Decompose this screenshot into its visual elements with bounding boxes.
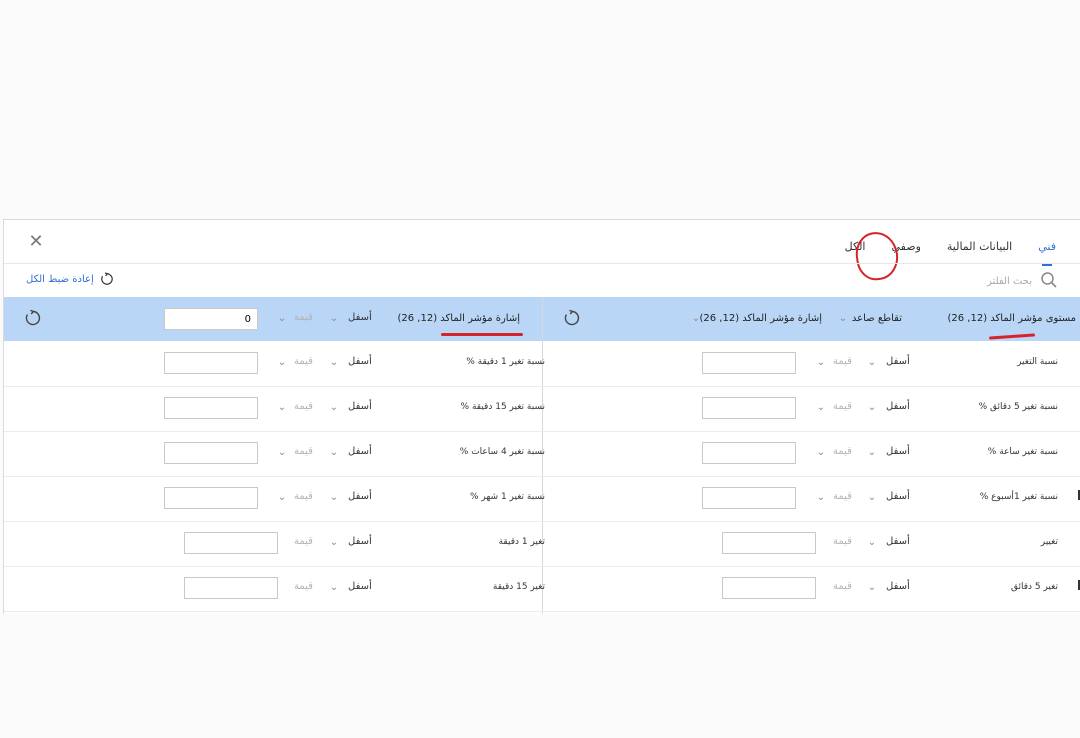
direction-select[interactable]: أسفل [348, 536, 372, 547]
filter-label: تغير 15 دقيقة [492, 582, 545, 592]
chevron-down-icon[interactable]: ⌄ [866, 357, 878, 369]
direction-select[interactable]: أسفل [348, 491, 372, 502]
filter-panel: ✕ الكل وصفي البيانات المالية فني إعادة ض… [3, 219, 1080, 614]
chevron-down-icon[interactable]: ⌄ [815, 492, 827, 504]
value-type-select[interactable]: قيمة [294, 401, 313, 412]
filter-label: تغير 1 دقيقة [498, 537, 545, 547]
reset-all-button[interactable]: إعادة ضبط الكل [26, 272, 119, 286]
filter-row: نسبة التغير أسفل ⌄ قيمة ⌄ نسبة تغير 1 دق… [4, 341, 1080, 387]
filter-row: نسبة تغير 5 دقائق % أسفل ⌄ قيمة ⌄ نسبة ت… [4, 386, 1080, 432]
value-type-select[interactable]: قيمة [294, 446, 313, 457]
chevron-down-icon[interactable]: ⌄ [328, 582, 340, 594]
chevron-down-icon[interactable]: ⌄ [866, 447, 878, 459]
chevron-down-icon[interactable]: ⌄ [815, 447, 827, 459]
chevron-down-icon[interactable]: ⌄ [866, 537, 878, 549]
refresh-icon[interactable] [24, 309, 42, 327]
filter-row: تغير 5 دقائق أسفل ⌄ قيمة تغير 15 دقيقة أ… [4, 566, 1080, 612]
value-type-select[interactable]: قيمة [833, 581, 852, 592]
refresh-icon[interactable] [563, 309, 581, 327]
value-input[interactable] [164, 352, 258, 374]
chevron-down-icon[interactable]: ⌄ [328, 537, 340, 549]
value-type-select[interactable]: قيمة [833, 491, 852, 502]
value-type-select[interactable]: قيمة [294, 491, 313, 502]
filter-label: نسبة تغير ساعة % [987, 447, 1058, 457]
chevron-down-icon[interactable]: ⌄ [276, 492, 288, 504]
value-input[interactable] [164, 308, 258, 330]
chevron-down-icon[interactable]: ⌄ [815, 357, 827, 369]
value-input[interactable] [164, 397, 258, 419]
chevron-down-icon[interactable]: ⌄ [276, 447, 288, 459]
value-type-select[interactable]: قيمة [294, 312, 313, 323]
close-icon[interactable]: ✕ [26, 232, 46, 252]
direction-select[interactable]: أسفل [348, 356, 372, 367]
chevron-down-icon[interactable]: ⌄ [815, 402, 827, 414]
tab-technical[interactable]: فني [1038, 236, 1056, 266]
chevron-down-icon[interactable]: ⌄ [328, 492, 340, 504]
direction-select[interactable]: أسفل [348, 446, 372, 457]
value-type-select[interactable]: قيمة [833, 446, 852, 457]
search-icon [1041, 272, 1057, 288]
value-input[interactable] [722, 577, 816, 599]
chevron-down-icon[interactable]: ⌄ [690, 313, 702, 325]
filter-label: تغير 5 دقائق [1010, 582, 1058, 592]
search-input[interactable] [830, 270, 1034, 292]
chevron-down-icon[interactable]: ⌄ [328, 313, 340, 325]
chevron-down-icon[interactable]: ⌄ [276, 313, 288, 325]
reset-all-label: إعادة ضبط الكل [26, 273, 94, 285]
filter-label: نسبة تغير 5 دقائق % [978, 402, 1058, 412]
value-type-select[interactable]: قيمة [833, 401, 852, 412]
filter-row: نسبة تغير 1أسبوع % أسفل ⌄ قيمة ⌄ نسبة تغ… [4, 476, 1080, 522]
tab-bar: الكل وصفي البيانات المالية فني [819, 228, 1056, 266]
value-input[interactable] [702, 397, 796, 419]
chevron-down-icon[interactable]: ⌄ [837, 313, 849, 325]
value-type-select[interactable]: قيمة [294, 581, 313, 592]
filter-label: نسبة تغير 1 شهر % [470, 492, 545, 502]
direction-select[interactable]: أسفل [886, 446, 910, 457]
value-input[interactable] [184, 532, 278, 554]
value-type-select[interactable]: قيمة [833, 356, 852, 367]
chevron-down-icon[interactable]: ⌄ [328, 357, 340, 369]
direction-select[interactable]: أسفل [886, 491, 910, 502]
tab-financial[interactable]: البيانات المالية [947, 236, 1012, 257]
tab-all[interactable]: الكل [845, 236, 866, 257]
chevron-down-icon[interactable]: ⌄ [276, 357, 288, 369]
chevron-down-icon[interactable]: ⌄ [328, 402, 340, 414]
chevron-down-icon[interactable]: ⌄ [328, 447, 340, 459]
macd-signal-select[interactable]: إشارة مؤشر الماكد (12, 26) [699, 297, 822, 341]
filter-row: نسبة تغير ساعة % أسفل ⌄ قيمة ⌄ نسبة تغير… [4, 431, 1080, 477]
chevron-down-icon[interactable]: ⌄ [866, 582, 878, 594]
chevron-down-icon[interactable]: ⌄ [276, 402, 288, 414]
value-input[interactable] [722, 532, 816, 554]
direction-select[interactable]: أسفل [348, 581, 372, 592]
direction-select[interactable]: أسفل [886, 536, 910, 547]
value-input[interactable] [164, 442, 258, 464]
direction-select[interactable]: أسفل [886, 401, 910, 412]
direction-select[interactable]: أسفل [348, 401, 372, 412]
direction-select[interactable]: أسفل [886, 356, 910, 367]
chevron-down-icon[interactable]: ⌄ [866, 492, 878, 504]
filter-label: نسبة تغير 1أسبوع % [979, 492, 1058, 502]
direction-select[interactable]: أسفل [886, 581, 910, 592]
refresh-icon [100, 272, 113, 285]
value-type-select[interactable]: قيمة [294, 536, 313, 547]
chevron-down-icon[interactable]: ⌄ [866, 402, 878, 414]
value-type-select[interactable]: قيمة [833, 536, 852, 547]
filter-label: نسبة تغير 15 دقيقة % [460, 402, 545, 412]
annotation-underline [441, 333, 523, 336]
search-row: إعادة ضبط الكل [4, 264, 1080, 296]
value-input[interactable] [702, 442, 796, 464]
filter-label: نسبة التغير [1017, 357, 1058, 367]
filter-label: نسبة تغير 4 ساعات % [459, 447, 545, 457]
tab-descriptive[interactable]: وصفي [892, 236, 921, 257]
direction-select[interactable]: أسفل [348, 312, 372, 323]
filter-label: نسبة تغير 1 دقيقة % [466, 357, 545, 367]
filter-label: تغيير [1040, 537, 1058, 547]
filter-row: تغيير أسفل ⌄ قيمة تغير 1 دقيقة أسفل ⌄ قي… [4, 521, 1080, 567]
value-input[interactable] [702, 487, 796, 509]
value-input[interactable] [184, 577, 278, 599]
value-type-select[interactable]: قيمة [294, 356, 313, 367]
cross-up-select[interactable]: تقاطع صاعد [852, 297, 902, 341]
value-input[interactable] [702, 352, 796, 374]
value-input[interactable] [164, 487, 258, 509]
